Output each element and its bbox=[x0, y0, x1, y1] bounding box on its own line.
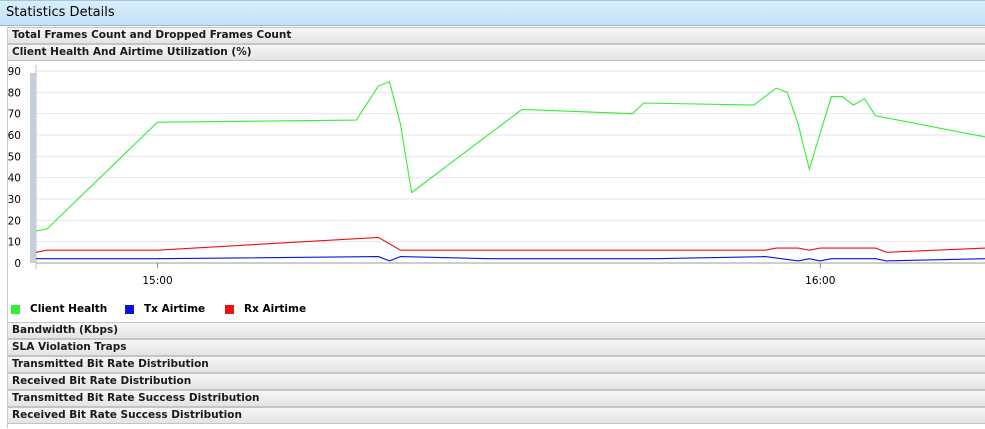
section-header-rx-success[interactable]: Received Bit Rate Success Distribution bbox=[8, 407, 985, 424]
section-header-health[interactable]: Client Health And Airtime Utilization (%… bbox=[8, 44, 985, 61]
legend-client-health-label: Client Health bbox=[30, 303, 108, 315]
x-tick-label-16-00: 16:00 bbox=[805, 275, 835, 287]
legend-tx-airtime-label: Tx Airtime bbox=[144, 303, 206, 315]
section-header-frames[interactable]: Total Frames Count and Dropped Frames Co… bbox=[8, 27, 985, 44]
window-titlebar: Statistics Details bbox=[0, 0, 985, 26]
section-header-sla-label: SLA Violation Traps bbox=[12, 341, 127, 353]
section-header-tx-success[interactable]: Transmitted Bit Rate Success Distributio… bbox=[8, 390, 985, 407]
legend-swatch-blue bbox=[125, 305, 134, 314]
legend-swatch-red bbox=[225, 305, 234, 314]
window-title: Statistics Details bbox=[6, 5, 115, 20]
series-line-tx-airtime bbox=[36, 256, 985, 262]
y-tick-label-40: 40 bbox=[8, 173, 21, 185]
y-tick-label-0: 0 bbox=[14, 258, 21, 270]
legend-rx-airtime-label: Rx Airtime bbox=[244, 303, 307, 315]
section-header-bandwidth[interactable]: Bandwidth (Kbps) bbox=[8, 322, 985, 339]
section-header-rx-bitrate[interactable]: Received Bit Rate Distribution bbox=[8, 373, 985, 390]
y-tick-label-50: 50 bbox=[8, 151, 21, 163]
section-header-tx-bitrate[interactable]: Transmitted Bit Rate Distribution bbox=[8, 356, 985, 373]
legend-swatch-green bbox=[11, 305, 20, 314]
series-line-rx-airtime bbox=[35, 236, 985, 253]
section-header-rx-bitrate-label: Received Bit Rate Distribution bbox=[12, 375, 192, 387]
y-tick-label-60: 60 bbox=[8, 130, 21, 142]
section-header-tx-success-label: Transmitted Bit Rate Success Distributio… bbox=[12, 392, 260, 404]
y-tick-label-30: 30 bbox=[8, 194, 21, 206]
health-airtime-chart: 0 10 20 30 40 50 60 70 80 90 15:00 16:00 bbox=[8, 63, 985, 319]
statistics-panel: Total Frames Count and Dropped Frames Co… bbox=[7, 27, 985, 428]
section-header-health-label: Client Health And Airtime Utilization (%… bbox=[12, 46, 252, 58]
section-header-tx-bitrate-label: Transmitted Bit Rate Distribution bbox=[12, 358, 209, 370]
section-header-frames-label: Total Frames Count and Dropped Frames Co… bbox=[12, 29, 292, 41]
y-tick-label-80: 80 bbox=[8, 87, 21, 99]
section-header-rx-success-label: Received Bit Rate Success Distribution bbox=[12, 409, 242, 421]
section-header-sla[interactable]: SLA Violation Traps bbox=[8, 339, 985, 356]
section-header-bandwidth-label: Bandwidth (Kbps) bbox=[12, 324, 119, 336]
y-tick-label-70: 70 bbox=[8, 109, 21, 121]
y-tick-label-90: 90 bbox=[8, 66, 21, 78]
plot-scroll-band bbox=[30, 73, 36, 263]
x-tick-label-15-00: 15:00 bbox=[142, 275, 172, 287]
y-tick-label-20: 20 bbox=[8, 215, 21, 227]
chart-svg: 0 10 20 30 40 50 60 70 80 90 15:00 16:00 bbox=[8, 65, 985, 287]
y-tick-label-10: 10 bbox=[8, 237, 21, 249]
chart-legend: Client Health Tx Airtime Rx Airtime bbox=[11, 303, 411, 317]
